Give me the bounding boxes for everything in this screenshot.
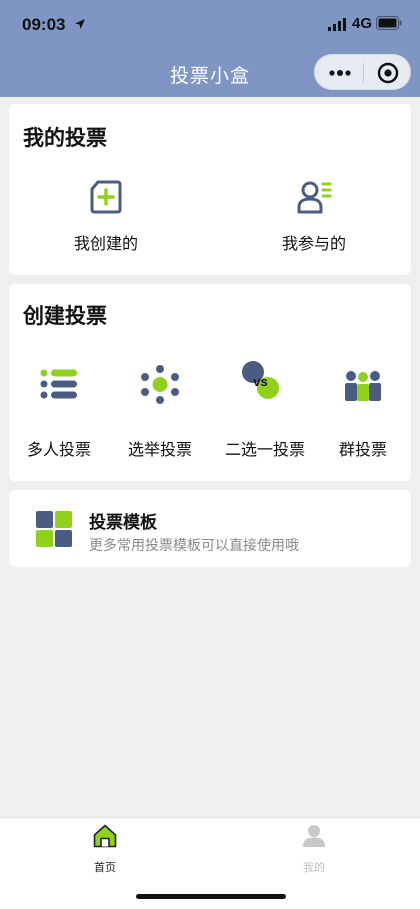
multi-person-vote-button[interactable]: 多人投票 <box>17 364 101 464</box>
status-time: 09:03 <box>22 15 66 34</box>
binary-vote-button[interactable]: vs 二选一投票 <box>214 361 316 464</box>
vs-icon: vs <box>242 361 279 399</box>
election-dots-icon <box>141 365 179 404</box>
list-icon <box>40 369 77 399</box>
status-bar: 09:03 4G <box>0 0 420 50</box>
capsule-divider <box>363 63 364 83</box>
my-created-label: 我创建的 <box>73 234 138 253</box>
my-participated-label: 我参与的 <box>281 234 346 253</box>
create-vote-title: 创建投票 <box>23 304 107 328</box>
location-arrow-icon <box>75 19 85 29</box>
tab-home-label: 首页 <box>94 861 116 874</box>
home-icon <box>93 824 117 848</box>
vs-badge: vs <box>253 374 267 389</box>
participant-icon <box>297 181 332 214</box>
close-target-icon[interactable] <box>377 62 399 84</box>
create-doc-icon <box>90 180 122 214</box>
template-subtitle: 更多常用投票模板可以直接使用哦 <box>89 538 299 554</box>
home-indicator[interactable] <box>136 894 286 899</box>
app-header: 09:03 4G 投票小盒 <box>0 0 420 97</box>
my-votes-title: 我的投票 <box>23 126 107 150</box>
tab-mine-label: 我的 <box>303 861 325 874</box>
mini-program-capsule <box>314 54 411 90</box>
my-created-button[interactable]: 我创建的 <box>26 179 186 259</box>
signal-icon <box>328 18 346 31</box>
my-votes-card: 我的投票 我创建的 我参与的 <box>9 104 411 275</box>
network-type: 4G <box>352 15 373 32</box>
election-vote-button[interactable]: 选举投票 <box>117 364 203 464</box>
group-vote-button[interactable]: 群投票 <box>327 364 399 464</box>
template-grid-icon <box>36 511 72 547</box>
vote-template-card[interactable]: 投票模板 更多常用投票模板可以直接使用哦 <box>9 490 411 567</box>
more-dots-icon[interactable] <box>329 70 351 76</box>
group-icon <box>345 371 381 401</box>
multi-person-vote-label: 多人投票 <box>26 440 91 459</box>
profile-icon <box>303 825 325 847</box>
create-vote-card: 创建投票 多人投票 选举投票 vs 二选一投票 群投票 <box>9 284 411 481</box>
tab-mine[interactable]: 我的 <box>274 824 354 874</box>
tab-home[interactable]: 首页 <box>65 824 145 874</box>
template-title: 投票模板 <box>89 513 157 533</box>
election-vote-label: 选举投票 <box>127 440 192 459</box>
my-participated-button[interactable]: 我参与的 <box>234 179 394 259</box>
group-vote-label: 群投票 <box>338 440 387 459</box>
battery-icon <box>376 16 402 30</box>
binary-vote-label: 二选一投票 <box>224 440 305 459</box>
